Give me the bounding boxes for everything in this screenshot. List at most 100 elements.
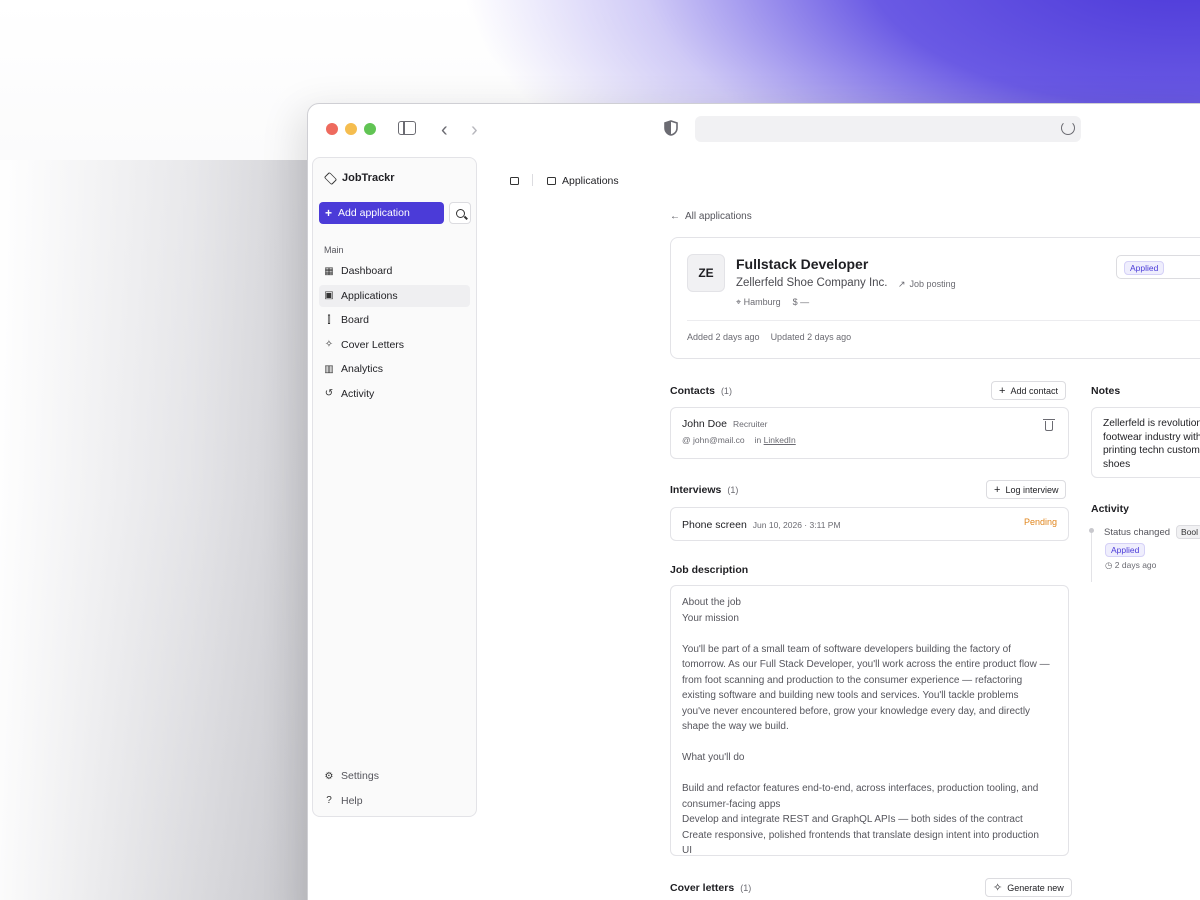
add-contact-label: Add contact [1010, 385, 1058, 396]
activity-to-badge: Applied [1105, 543, 1146, 557]
sidebar-item-settings[interactable]: ⚙ Settings [319, 765, 470, 787]
sidebar-item-cover-letters[interactable]: ✧ Cover Letters [319, 334, 470, 356]
status-badge: Applied [1124, 261, 1165, 275]
sidebar-item-help[interactable]: ? Help [319, 790, 470, 812]
location-value: Hamburg [743, 297, 781, 307]
contact-email-value: john@mail.co [693, 435, 745, 445]
sidebar-item-label: Analytics [341, 363, 384, 375]
back-link-label: All applications [685, 211, 752, 222]
plus-icon: + [325, 206, 333, 220]
job-dates: Added 2 days ago Updated 2 days ago [687, 332, 851, 342]
maximize-window-button[interactable] [364, 123, 376, 135]
back-to-applications-link[interactable]: ← All applications [670, 211, 752, 222]
sidebar-item-label: Cover Letters [341, 338, 405, 351]
toggle-sidebar-icon[interactable] [510, 177, 519, 185]
breadcrumb-divider [532, 174, 533, 186]
history-icon: ↺ [324, 388, 334, 399]
location: ⌖ Hamburg [736, 297, 781, 308]
generate-new-label: Generate new [1007, 882, 1064, 893]
app-name: JobTrackr [342, 172, 395, 184]
interviews-title: Interviews [670, 484, 722, 496]
sidebar-footer-nav: ⚙ Settings ? Help [319, 765, 470, 814]
breadcrumb-current[interactable]: Applications [562, 175, 619, 187]
close-window-button[interactable] [326, 123, 338, 135]
bar-chart-icon: ▥ [324, 363, 334, 375]
board-icon: ⫿ [327, 314, 331, 326]
cover-letters-heading: Cover letters (1) [670, 882, 751, 894]
activity-time: ◷ 2 days ago [1105, 560, 1156, 571]
log-interview-label: Log interview [1005, 484, 1059, 495]
activity-time-value: 2 days ago [1114, 560, 1157, 570]
shield-icon[interactable] [664, 120, 678, 136]
window-controls [326, 123, 376, 135]
interview-date: Jun 10, 2026 · 3:11 PM [752, 520, 841, 530]
activity-from-badge: Bool [1176, 525, 1200, 539]
browser-titlebar: ‹ › [308, 104, 1200, 154]
notes-box[interactable]: Zellerfeld is revolution footwear indust… [1091, 407, 1200, 478]
interview-name-row: Phone screen Jun 10, 2026 · 3:11 PM [682, 519, 841, 531]
job-description-title: Job description [670, 564, 749, 576]
interviews-count: (1) [727, 485, 739, 495]
cover-letters-title: Cover letters [670, 882, 735, 894]
interview-status: Pending [1023, 517, 1057, 527]
contacts-heading: Contacts (1) [670, 385, 732, 397]
background-shade [0, 160, 320, 900]
job-header-card: ZE Fullstack Developer Zellerfeld Shoe C… [670, 237, 1200, 359]
minimize-window-button[interactable] [345, 123, 357, 135]
sparkles-icon: ✧ [993, 882, 1003, 894]
generate-cover-letter-button[interactable]: ✧ Generate new [985, 878, 1072, 897]
log-interview-button[interactable]: + Log interview [986, 480, 1067, 499]
contact-link-label: LinkedIn [763, 435, 796, 445]
help-icon: ? [326, 795, 332, 806]
contact-meta: @ john@mail.co in LinkedIn [682, 435, 796, 445]
plus-icon: + [999, 384, 1006, 397]
job-description-box[interactable]: About the job Your mission You'll be par… [670, 585, 1069, 856]
notes-heading: Notes [1091, 385, 1120, 397]
job-description-text: About the job Your mission You'll be par… [682, 597, 1050, 856]
clock-icon: ◷ [1105, 560, 1113, 570]
reload-icon[interactable] [1061, 121, 1075, 135]
job-description-heading: Job description [670, 564, 748, 576]
plus-icon: + [994, 483, 1001, 496]
sidebar-item-analytics[interactable]: ▥ Analytics [319, 358, 470, 380]
sidebar-item-label: Dashboard [341, 265, 393, 277]
company-name: Zellerfeld Shoe Company Inc. [736, 277, 888, 289]
notes-text: Zellerfeld is revolution footwear indust… [1103, 418, 1200, 471]
add-contact-button[interactable]: + Add contact [991, 381, 1066, 400]
breadcrumb: Applications [547, 175, 619, 187]
search-button[interactable] [449, 202, 471, 224]
briefcase-icon [547, 177, 556, 185]
sidebar-item-board[interactable]: ⫿ Board [319, 309, 470, 331]
app-brand[interactable]: JobTrackr [323, 171, 395, 185]
contact-role: Recruiter [732, 419, 768, 429]
trash-icon[interactable] [1043, 419, 1055, 431]
notes-title: Notes [1091, 385, 1121, 397]
contact-linkedin-link[interactable]: in LinkedIn [755, 435, 796, 445]
sidebar-item-dashboard[interactable]: ▦ Dashboard [319, 260, 470, 282]
status-select[interactable]: Applied [1116, 255, 1200, 279]
add-application-button[interactable]: + Add application [319, 202, 444, 224]
interview-card[interactable]: Phone screen Jun 10, 2026 · 3:11 PM Pend… [670, 507, 1069, 541]
add-application-label: Add application [338, 207, 410, 219]
activity-item: Status changed Bool [1104, 525, 1200, 539]
sidebar-item-activity[interactable]: ↺ Activity [319, 383, 470, 405]
back-arrow-icon[interactable]: ‹ [441, 119, 448, 142]
contact-email[interactable]: @ john@mail.co [682, 435, 745, 445]
sidebar-item-label: Settings [341, 770, 379, 782]
browser-sidebar-icon[interactable] [398, 121, 416, 135]
interview-name: Phone screen [682, 519, 747, 531]
forward-arrow-icon[interactable]: › [471, 119, 478, 142]
sidebar-item-applications[interactable]: ▣ Applications [319, 284, 470, 307]
address-bar[interactable] [695, 116, 1081, 142]
activity-dot [1089, 528, 1094, 533]
updated-date: Updated 2 days ago [770, 332, 852, 342]
job-posting-link[interactable]: ↗ Job posting [898, 279, 956, 290]
linkedin-icon: in [754, 435, 762, 445]
activity-title: Activity [1091, 503, 1129, 515]
contact-name-row: John Doe Recruiter [682, 418, 767, 430]
sidebar-item-label: Applications [341, 289, 398, 302]
card-divider [687, 320, 1200, 321]
map-pin-icon: ⌖ [736, 297, 742, 307]
cover-letters-count: (1) [740, 883, 752, 893]
contact-name: John Doe [682, 418, 727, 430]
